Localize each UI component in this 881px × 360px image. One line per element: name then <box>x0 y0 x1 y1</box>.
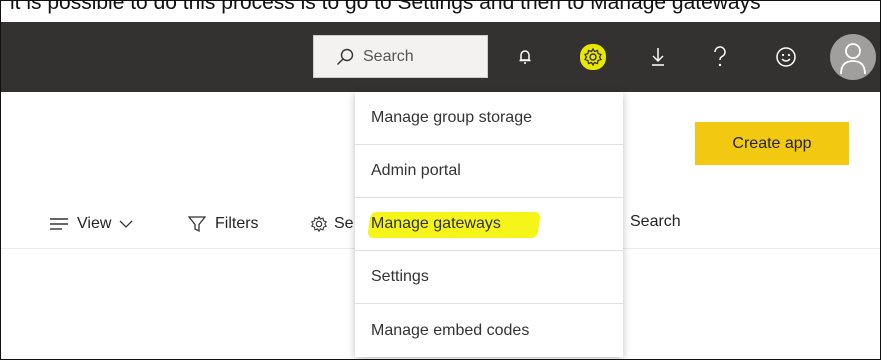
gear-icon <box>310 215 328 233</box>
filter-icon <box>188 216 206 233</box>
bell-icon[interactable] <box>512 44 538 70</box>
filters-button[interactable]: Filters <box>188 212 259 236</box>
view-label: View <box>77 215 112 232</box>
settings-label: Se <box>334 215 354 232</box>
gear-icon[interactable] <box>580 44 606 70</box>
view-menu-button[interactable]: View <box>50 212 133 236</box>
menu-item-settings[interactable]: Settings <box>355 251 623 304</box>
menu-item-manage-gateways[interactable]: Manage gateways <box>355 198 623 251</box>
smiley-icon[interactable] <box>773 44 799 70</box>
menu-item-label: Manage group storage <box>371 109 532 126</box>
search-icon <box>337 48 354 65</box>
menu-item-label: Settings <box>371 268 429 285</box>
top-navigation-bar: Search <box>0 22 881 92</box>
cropped-caption: it is possible to do this process is to … <box>0 0 881 22</box>
help-icon[interactable] <box>707 44 733 70</box>
lines-icon <box>50 218 68 230</box>
avatar-icon[interactable] <box>830 34 876 80</box>
download-icon[interactable] <box>645 44 671 70</box>
filters-label: Filters <box>215 215 259 232</box>
toolbar-search-input[interactable]: Search <box>630 213 681 231</box>
chevron-down-icon <box>119 220 133 228</box>
menu-item-manage-group-storage[interactable]: Manage group storage <box>355 92 623 145</box>
settings-dropdown-menu: Manage group storage Admin portal Manage… <box>355 92 623 357</box>
menu-item-label: Manage gateways <box>371 215 501 232</box>
search-placeholder: Search <box>363 47 414 65</box>
menu-item-admin-portal[interactable]: Admin portal <box>355 145 623 198</box>
menu-item-label: Admin portal <box>371 162 461 179</box>
create-app-button[interactable]: Create app <box>695 122 849 165</box>
settings-button[interactable]: Se <box>310 212 354 236</box>
cropped-caption-text: it is possible to do this process is to … <box>10 0 761 14</box>
search-input[interactable]: Search <box>313 35 488 78</box>
menu-item-label: Manage embed codes <box>371 321 530 339</box>
menu-item-manage-embed-codes[interactable]: Manage embed codes <box>355 304 623 357</box>
